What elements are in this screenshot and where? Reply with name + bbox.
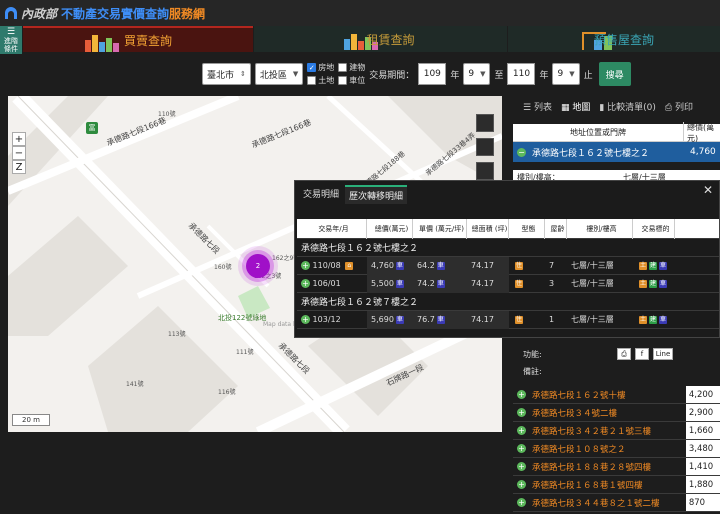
dialog-tabs: 交易明細 歷次轉移明細 bbox=[299, 185, 408, 204]
tab-rent[interactable]: 租賃查詢 bbox=[254, 26, 507, 52]
map-icon: ▦ bbox=[560, 102, 573, 113]
parking-checkbox[interactable] bbox=[338, 76, 348, 85]
sliders-icon: ☰ bbox=[6, 26, 16, 37]
search-bar: 臺北市 ⇕ 北投區 ▼ ✓ 房地 土地 建物 車位 交易期間： 109 年 9 ▼ 至 … bbox=[0, 54, 720, 94]
app-root: 內政部 不動產交易實價查詢 服務網 ☰ 進階 條件 買賣查詢 租賃查詢 預售屋查詢… bbox=[0, 0, 720, 514]
tab-print[interactable]: ⎙ 列印 bbox=[665, 100, 693, 113]
expand-icon[interactable]: + bbox=[301, 261, 310, 270]
expand-icon[interactable]: + bbox=[517, 426, 526, 435]
building-checkbox[interactable] bbox=[338, 63, 348, 72]
map-tool-search-icon[interactable] bbox=[476, 114, 494, 132]
district-select[interactable]: 北投區 ▼ bbox=[254, 63, 304, 85]
tab-compare[interactable]: ▮ 比較清單(0) bbox=[599, 100, 656, 113]
site-title[interactable]: 不動產交易實價查詢 bbox=[61, 5, 169, 22]
land-checkbox[interactable] bbox=[307, 76, 317, 85]
expand-icon[interactable]: + bbox=[301, 279, 310, 288]
chevron-down-icon: ▼ bbox=[292, 70, 299, 78]
note-row: 備註: bbox=[523, 366, 542, 376]
group-address: 承德路七段１６２號七樓之２ bbox=[297, 239, 719, 257]
expand-icon[interactable]: + bbox=[517, 390, 526, 399]
selected-result-row[interactable]: − 承德路七段１６２號七樓之２ 4,760 bbox=[513, 142, 720, 162]
expand-icon[interactable]: + bbox=[517, 480, 526, 489]
emblem-icon bbox=[5, 7, 17, 19]
tab-list[interactable]: ☰ 列表 bbox=[523, 100, 552, 113]
svg-text:141號: 141號 bbox=[126, 380, 143, 388]
table-row[interactable]: + 103/12 5,690 車 76.7 車 74.17 住 1 七層/十三層 土… bbox=[297, 310, 719, 329]
city-buildings-icon bbox=[85, 35, 119, 52]
list-item[interactable]: + 承德路七段１６８巷１號四樓 1,880 bbox=[513, 476, 720, 494]
chevron-down-icon: ⇕ bbox=[240, 70, 246, 78]
results-tabs: ☰ 列表 ▦ 地圖 ▮ 比較清單(0) ⎙ 列印 bbox=[513, 96, 720, 116]
advanced-filter-button[interactable]: ☰ 進階 條件 bbox=[0, 26, 22, 54]
type-checkboxes: ✓ 房地 土地 bbox=[307, 63, 335, 85]
results-header: 地址位置或門牌 總價(萬元) bbox=[513, 121, 720, 144]
print-icon: ⎙ bbox=[664, 102, 675, 113]
expand-icon[interactable]: + bbox=[517, 498, 526, 507]
chevron-down-icon: ▼ bbox=[569, 70, 575, 78]
from-year-input[interactable]: 109 bbox=[418, 63, 447, 85]
expand-icon[interactable]: + bbox=[517, 408, 526, 417]
zoom-out-button[interactable]: − bbox=[12, 146, 26, 160]
svg-text:111號: 111號 bbox=[236, 348, 253, 356]
tab-transaction-detail[interactable]: 交易明細 bbox=[299, 185, 343, 204]
type-checkboxes-2: 建物 車位 bbox=[338, 62, 365, 86]
tab-map[interactable]: ▦ 地圖 bbox=[561, 100, 590, 113]
list-item[interactable]: + 承德路七段１０８號之２ 3,480 bbox=[513, 440, 720, 458]
map-tool-layer-icon[interactable] bbox=[476, 138, 494, 156]
period-label: 交易期間： bbox=[369, 70, 415, 81]
expand-icon[interactable]: + bbox=[301, 315, 310, 324]
transfer-history-dialog: 交易明細 歷次轉移明細 ✕ 交易年/月 總價(萬元) 單價 (萬元/坪) 總面積… bbox=[294, 180, 720, 338]
history-table: 交易年/月 總價(萬元) 單價 (萬元/坪) 總面積 (坪) 型態 屋齡 樓別/… bbox=[297, 218, 719, 329]
expand-icon[interactable]: + bbox=[517, 462, 526, 471]
map-tool-measure-icon[interactable] bbox=[476, 162, 494, 180]
land-house-checkbox[interactable]: ✓ bbox=[307, 63, 317, 72]
svg-text:116號: 116號 bbox=[218, 388, 235, 396]
to-year-input[interactable]: 110 bbox=[507, 63, 536, 85]
function-row: 功能: ⎙ f Line bbox=[513, 346, 720, 362]
zoom-reset-button[interactable]: Z bbox=[12, 160, 26, 174]
ministry-logo[interactable]: 內政部 bbox=[21, 5, 57, 22]
svg-text:113號: 113號 bbox=[168, 330, 185, 338]
tab-sale[interactable]: 買賣查詢 bbox=[23, 26, 253, 52]
cluster-marker[interactable]: 2 bbox=[246, 254, 270, 278]
park-label: 北投122號綠地 bbox=[218, 313, 266, 322]
search-button[interactable]: 搜尋 bbox=[598, 62, 631, 86]
table-header: 交易年/月 總價(萬元) 單價 (萬元/坪) 總面積 (坪) 型態 屋齡 樓別/… bbox=[297, 218, 719, 239]
svg-text:160號: 160號 bbox=[214, 263, 231, 271]
bookmark-icon: ▮ bbox=[599, 102, 608, 113]
list-item[interactable]: + 承德路七段１６２號十樓 4,200 bbox=[513, 386, 720, 404]
list-item[interactable]: + 承德路七段３４號二樓 2,900 bbox=[513, 404, 720, 422]
site-title-suffix[interactable]: 服務網 bbox=[169, 5, 205, 22]
svg-text:110號: 110號 bbox=[158, 110, 175, 118]
list-icon: ☰ bbox=[523, 102, 534, 113]
scale-bar: 20 m bbox=[12, 414, 50, 426]
line-share-button[interactable]: Line bbox=[653, 348, 673, 360]
collapse-icon[interactable]: − bbox=[517, 147, 526, 157]
facebook-icon[interactable]: f bbox=[635, 348, 649, 360]
expand-icon[interactable]: + bbox=[517, 444, 526, 453]
list-item[interactable]: + 承德路七段１８８巷２８號四樓 1,410 bbox=[513, 458, 720, 476]
to-month-select[interactable]: 9 ▼ bbox=[552, 63, 580, 85]
city-select[interactable]: 臺北市 ⇕ bbox=[202, 63, 251, 85]
table-row[interactable]: + 106/01 5,500 車 74.2 車 74.17 住 3 七層/十三層 土… bbox=[297, 274, 719, 293]
group-address: 承德路七段１６２號７樓之２ bbox=[297, 293, 719, 311]
list-item[interactable]: + 承德路七段３４２巷２１號三樓 1,660 bbox=[513, 422, 720, 440]
zoom-in-button[interactable]: + bbox=[12, 132, 26, 146]
tab-transfer-history[interactable]: 歷次轉移明細 bbox=[345, 185, 408, 204]
search-house-icon[interactable]: ⌂ bbox=[345, 261, 354, 270]
table-row[interactable]: + 110/08 ⌂ 4,760 車 64.2 車 74.17 住 7 七層/十三層… bbox=[297, 256, 719, 275]
tab-presale[interactable]: 預售屋查詢 bbox=[508, 26, 720, 52]
from-month-select[interactable]: 9 ▼ bbox=[463, 63, 491, 85]
chevron-down-icon: ▼ bbox=[480, 70, 486, 78]
print-icon[interactable]: ⎙ bbox=[617, 348, 631, 360]
list-item[interactable]: + 承德路七段３４４巷８之１號二樓 870 bbox=[513, 494, 720, 512]
close-icon[interactable]: ✕ bbox=[703, 183, 713, 197]
site-header: 內政部 不動產交易實價查詢 服務網 bbox=[0, 0, 720, 26]
poi-marker[interactable]: 富 bbox=[86, 122, 98, 134]
